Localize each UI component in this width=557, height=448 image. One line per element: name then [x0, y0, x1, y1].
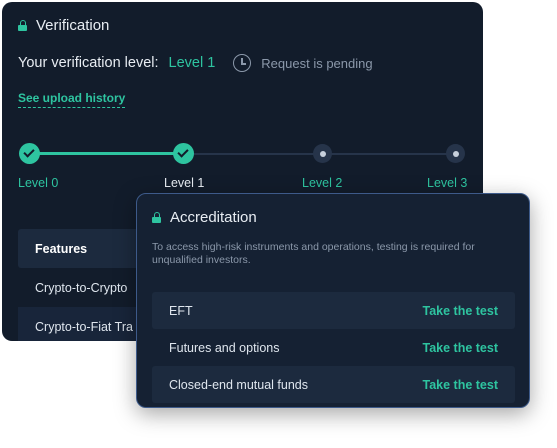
- verification-level-value: Level 1: [168, 55, 216, 71]
- level-0-check-icon: [19, 143, 40, 164]
- verification-header: Verification: [18, 17, 109, 34]
- verification-title: Verification: [36, 17, 110, 34]
- list-item-closed-end-funds: Closed-end mutual funds Take the test: [152, 366, 515, 403]
- accreditation-list: EFT Take the test Futures and options Ta…: [152, 292, 515, 403]
- level-1-label: Level 1: [164, 176, 205, 190]
- accreditation-header: Accreditation: [152, 209, 257, 226]
- level-3-dot-icon: [446, 144, 465, 163]
- take-test-button[interactable]: Take the test: [423, 304, 499, 318]
- list-item-eft: EFT Take the test: [152, 292, 515, 329]
- item-name: Closed-end mutual funds: [169, 377, 308, 392]
- level-3-label: Level 3: [427, 176, 468, 190]
- level-2-label: Level 2: [302, 176, 343, 190]
- verification-level-row: Your verification level: Level 1 Request…: [18, 54, 373, 72]
- take-test-button[interactable]: Take the test: [423, 378, 499, 392]
- take-test-button[interactable]: Take the test: [423, 341, 499, 355]
- lock-icon: [18, 20, 27, 31]
- accreditation-title: Accreditation: [170, 209, 257, 226]
- verification-level-label: Your verification level:: [18, 55, 159, 71]
- upload-history-link[interactable]: See upload history: [18, 91, 126, 108]
- accreditation-description: To access high-risk instruments and oper…: [152, 241, 475, 266]
- clock-icon: [233, 54, 252, 72]
- request-status: Request is pending: [261, 55, 373, 71]
- level-2-dot-icon: [313, 144, 332, 163]
- level-1-check-icon: [173, 143, 194, 164]
- progress-fill: [30, 152, 184, 155]
- list-item-futures: Futures and options Take the test: [152, 329, 515, 366]
- accreditation-card: Accreditation To access high-risk instru…: [136, 193, 530, 408]
- level-0-label: Level 0: [18, 176, 59, 190]
- item-name: Futures and options: [169, 340, 280, 355]
- lock-icon: [152, 212, 161, 223]
- item-name: EFT: [169, 303, 193, 318]
